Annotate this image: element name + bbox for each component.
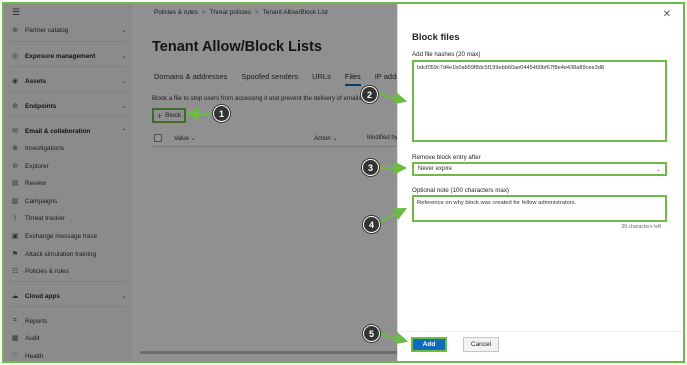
file-hashes-value: bdcf059c7d4e1b0ab59f8dc5f199ebb60ae04454… — [417, 65, 604, 71]
screenshot-frame: ☰ ⊚ Partner catalog ⌄ ◎ Exposure management ⌄… — [2, 2, 685, 363]
modal-backdrop[interactable] — [4, 4, 397, 361]
characters-left-counter: 39 characters left — [621, 224, 661, 230]
file-hashes-textarea[interactable]: bdcf059c7d4e1b0ab59f8dc5f199ebb60ae04454… — [412, 60, 667, 142]
note-field-label: Optional note (100 characters max) — [412, 187, 509, 194]
cancel-button[interactable]: Cancel — [463, 337, 499, 352]
callout-badge-4: 4 — [363, 216, 380, 233]
close-icon[interactable]: ✕ — [663, 10, 671, 20]
chevron-down-icon: ⌄ — [655, 166, 661, 173]
optional-note-value: Reference on why block was created for f… — [417, 200, 577, 206]
optional-note-textarea[interactable]: Reference on why block was created for f… — [412, 195, 667, 222]
callout-badge-1: 1 — [213, 105, 230, 122]
remove-after-dropdown[interactable]: Never expire ⌄ — [412, 162, 667, 176]
remove-after-value: Never expire — [418, 166, 453, 172]
callout-badge-3: 3 — [362, 159, 379, 176]
remove-after-label: Remove block entry after — [412, 154, 481, 161]
hash-field-label: Add file hashes (20 max) — [412, 51, 481, 58]
callout-badge-2: 2 — [361, 86, 378, 103]
panel-title: Block files — [412, 32, 460, 43]
callout-badge-5: 5 — [363, 325, 380, 342]
add-button[interactable]: Add — [411, 337, 447, 352]
block-files-panel: ✕ Block files Add file hashes (20 max) b… — [397, 4, 683, 361]
